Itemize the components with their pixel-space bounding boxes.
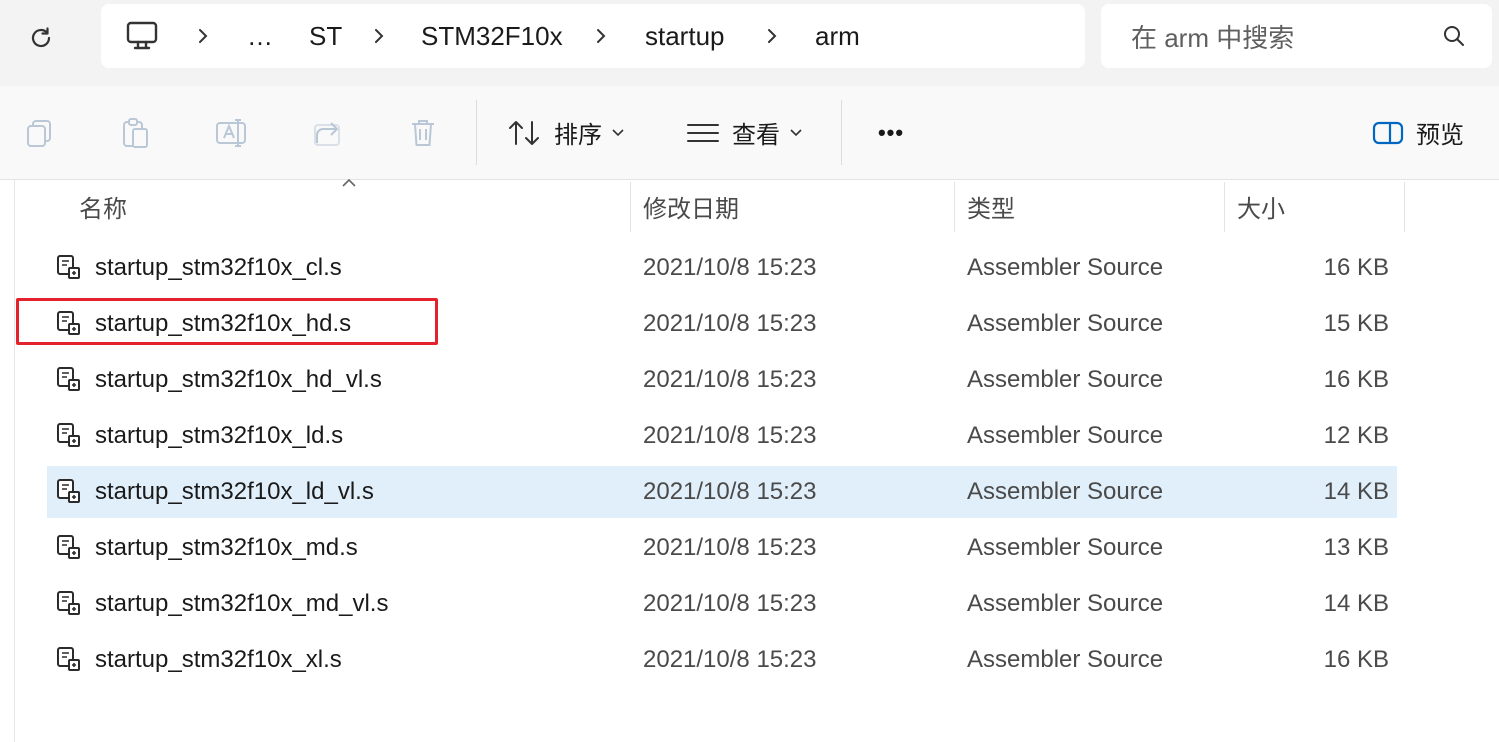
breadcrumb-st[interactable]: ST (309, 4, 342, 68)
preview-pane-button[interactable]: 预览 (1372, 86, 1464, 179)
sort-label: 排序 (554, 122, 602, 149)
file-row[interactable]: startup_stm32f10x_xl.s 2021/10/8 15:23 Ass… (47, 634, 1397, 686)
search-box[interactable]: 在 arm 中搜索 (1101, 4, 1492, 68)
file-type: Assembler Source (967, 646, 1164, 673)
delete-button[interactable] (400, 86, 446, 179)
highlight-box (16, 298, 438, 345)
command-bar: 排序 查看 ••• 预览 (0, 86, 1499, 180)
copy-icon (27, 119, 51, 147)
more-options-button[interactable]: ••• (866, 86, 916, 179)
file-row[interactable]: startup_stm32f10x_md_vl.s 2021/10/8 15:23… (47, 578, 1397, 630)
file-name: startup_stm32f10x_ld_vl.s (95, 478, 374, 505)
column-divider[interactable] (954, 182, 955, 232)
view-label: 查看 (732, 122, 780, 149)
address-bar[interactable]: … ST STM32F10x startup arm (101, 4, 1085, 68)
this-pc-button[interactable] (125, 4, 159, 68)
file-type: Assembler Source (967, 590, 1164, 617)
paste-icon (123, 117, 148, 148)
column-size[interactable]: 大小 (1237, 180, 1285, 232)
file-name: startup_stm32f10x_ld.s (95, 422, 344, 449)
file-date-modified: 2021/10/8 15:23 (643, 478, 817, 505)
file-name: startup_stm32f10x_md.s (95, 534, 358, 561)
file-type: Assembler Source (967, 534, 1164, 561)
copy-button[interactable] (16, 86, 62, 179)
column-divider[interactable] (1404, 182, 1405, 232)
toolbar-divider (476, 100, 477, 165)
file-type: Assembler Source (967, 366, 1164, 393)
file-row[interactable]: startup_stm32f10x_ld_vl.s 2021/10/8 15:23… (47, 466, 1397, 518)
rename-button[interactable] (208, 86, 254, 179)
breadcrumb-chevron-icon[interactable] (766, 4, 778, 68)
paste-button[interactable] (112, 86, 158, 179)
file-row[interactable]: startup_stm32f10x_cl.s 2021/10/8 15:23 Ass… (47, 242, 1397, 294)
computer-icon (126, 21, 158, 50)
file-size: 12 KB (1323, 422, 1389, 449)
file-date-modified: 2021/10/8 15:23 (643, 310, 817, 337)
file-name: startup_stm32f10x_md_vl.s (95, 590, 389, 617)
file-size: 13 KB (1323, 534, 1389, 561)
pane-divider (14, 180, 15, 742)
file-type: Assembler Source (967, 422, 1164, 449)
assembler-file-icon (57, 647, 80, 671)
column-date-modified[interactable]: 修改日期 (643, 180, 739, 232)
share-button[interactable] (304, 86, 350, 179)
breadcrumb-overflow[interactable]: … (247, 4, 273, 68)
view-button[interactable]: 查看 (686, 86, 802, 179)
assembler-file-icon (57, 535, 80, 559)
file-size: 16 KB (1323, 646, 1389, 673)
search-icon[interactable] (1442, 24, 1466, 48)
breadcrumb-startup[interactable]: startup (645, 4, 725, 68)
file-row[interactable]: startup_stm32f10x_md.s 2021/10/8 15:23 Ass… (47, 522, 1397, 574)
sort-button[interactable]: 排序 (506, 86, 624, 179)
file-type: Assembler Source (967, 254, 1164, 281)
assembler-file-icon (57, 255, 80, 279)
search-input[interactable]: 在 arm 中搜索 (1131, 4, 1294, 68)
file-name: startup_stm32f10x_hd_vl.s (95, 366, 382, 393)
toolbar-divider (841, 100, 842, 165)
preview-pane-icon (1372, 121, 1404, 144)
assembler-file-icon (57, 367, 80, 391)
file-name: startup_stm32f10x_xl.s (95, 646, 342, 673)
file-size: 14 KB (1323, 478, 1389, 505)
share-icon (314, 121, 340, 146)
chevron-down-icon (612, 128, 624, 136)
trash-icon (412, 119, 434, 146)
chevron-down-icon (790, 128, 802, 136)
assembler-file-icon (57, 479, 80, 503)
breadcrumb-stm32f10x[interactable]: STM32F10x (421, 4, 563, 68)
view-list-icon (687, 123, 719, 142)
refresh-button[interactable] (20, 17, 62, 59)
file-date-modified: 2021/10/8 15:23 (643, 534, 817, 561)
file-date-modified: 2021/10/8 15:23 (643, 422, 817, 449)
column-header: 名称 修改日期 类型 大小 (0, 180, 1499, 232)
breadcrumb-chevron-icon[interactable] (595, 4, 607, 68)
column-divider[interactable] (630, 182, 631, 232)
file-type: Assembler Source (967, 310, 1164, 337)
file-date-modified: 2021/10/8 15:23 (643, 366, 817, 393)
file-date-modified: 2021/10/8 15:23 (643, 590, 817, 617)
file-row[interactable]: startup_stm32f10x_hd_vl.s 2021/10/8 15:23… (47, 354, 1397, 406)
preview-label: 预览 (1416, 122, 1464, 149)
file-name: startup_stm32f10x_cl.s (95, 254, 342, 281)
file-row[interactable]: startup_stm32f10x_ld.s 2021/10/8 15:23 Ass… (47, 410, 1397, 462)
file-size: 16 KB (1323, 366, 1389, 393)
file-date-modified: 2021/10/8 15:23 (643, 646, 817, 673)
column-type[interactable]: 类型 (967, 180, 1015, 232)
file-type: Assembler Source (967, 478, 1164, 505)
assembler-file-icon (57, 591, 80, 615)
refresh-icon (31, 27, 51, 48)
assembler-file-icon (57, 423, 80, 447)
sort-icon (509, 120, 539, 145)
breadcrumb-chevron-icon[interactable] (197, 4, 209, 68)
file-date-modified: 2021/10/8 15:23 (643, 254, 817, 281)
file-size: 16 KB (1323, 254, 1389, 281)
breadcrumb-arm[interactable]: arm (815, 4, 860, 68)
column-name[interactable]: 名称 (79, 180, 127, 232)
rename-icon (216, 118, 246, 147)
breadcrumb-chevron-icon[interactable] (373, 4, 385, 68)
column-divider[interactable] (1224, 182, 1225, 232)
file-size: 14 KB (1323, 590, 1389, 617)
file-size: 15 KB (1323, 310, 1389, 337)
